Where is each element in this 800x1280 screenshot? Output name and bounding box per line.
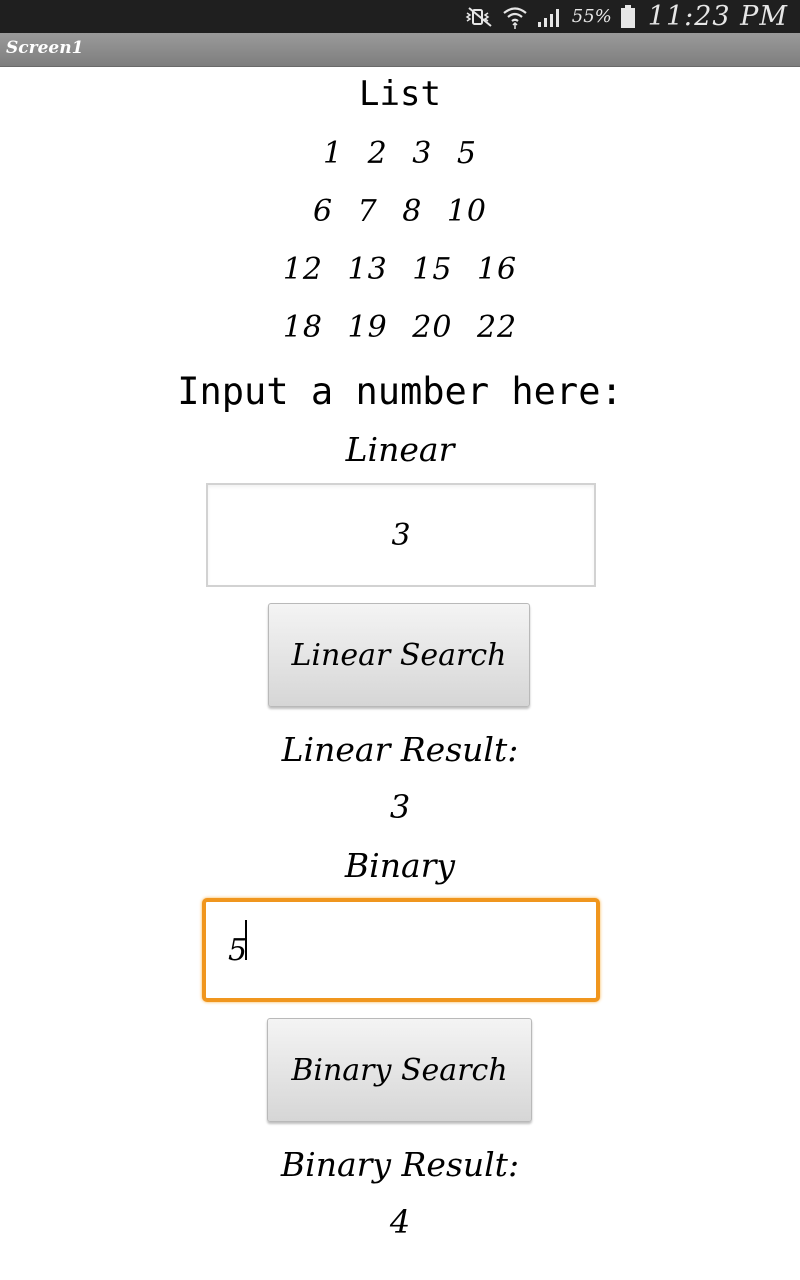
linear-label: Linear [345, 430, 455, 469]
wifi-icon [502, 4, 528, 30]
binary-input[interactable] [202, 898, 600, 1002]
linear-input[interactable] [206, 483, 596, 587]
clock: 11:23 PM [647, 1, 788, 32]
binary-label: Binary [344, 846, 456, 885]
input-prompt: Input a number here: [177, 370, 623, 413]
battery-icon [620, 4, 636, 29]
binary-search-button[interactable]: Binary Search [267, 1018, 532, 1122]
text-caret [245, 920, 247, 960]
binary-input-wrapper [202, 898, 600, 1002]
list-row: 1 2 3 5 [323, 136, 477, 171]
status-icons: 55% 11:23 PM [464, 0, 788, 33]
status-bar: 55% 11:23 PM [0, 0, 800, 33]
linear-result-label: Linear Result: [281, 730, 519, 769]
list-row: 18 19 20 22 [282, 310, 518, 345]
list-row: 12 13 15 16 [282, 252, 518, 287]
list-title: List [359, 74, 441, 114]
battery-percentage: 55% [571, 6, 612, 27]
linear-search-button[interactable]: Linear Search [268, 603, 530, 707]
mute-vibrate-icon [464, 6, 494, 28]
binary-result-value: 4 [389, 1203, 411, 1241]
list-row: 6 7 8 10 [312, 194, 488, 229]
signal-icon [536, 6, 564, 28]
linear-result-value: 3 [389, 788, 411, 826]
title-bar: Screen1 [0, 33, 800, 67]
binary-result-label: Binary Result: [280, 1145, 520, 1184]
screen-title: Screen1 [6, 38, 84, 58]
